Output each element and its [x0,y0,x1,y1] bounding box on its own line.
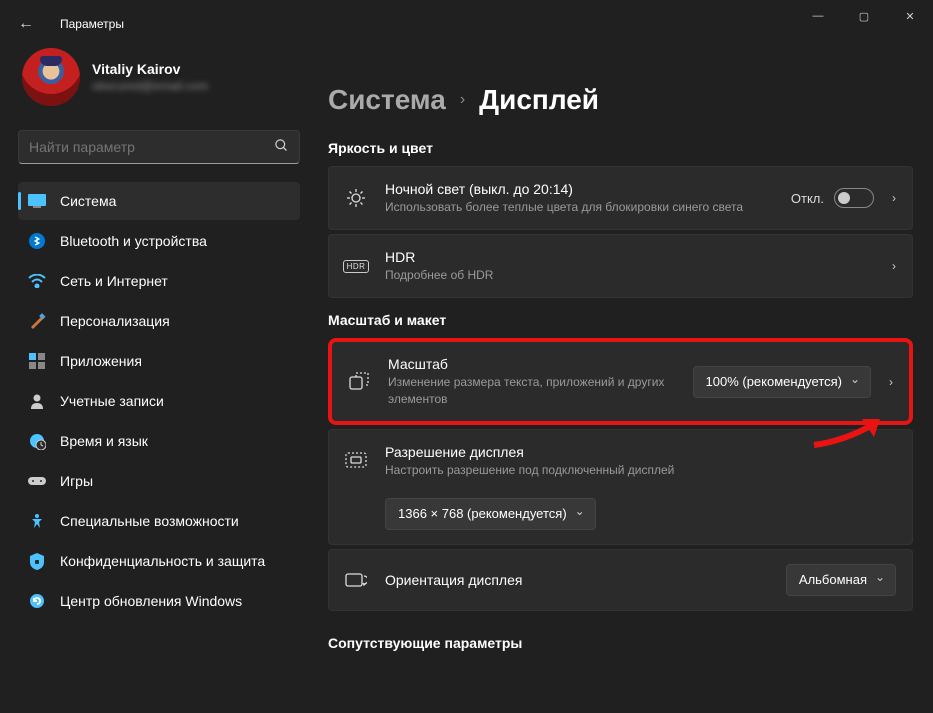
bluetooth-icon [28,232,46,250]
night-light-desc: Использовать более теплые цвета для блок… [385,199,773,215]
nav-accounts[interactable]: Учетные записи [18,382,300,420]
person-icon [28,392,46,410]
search-input[interactable] [29,139,274,155]
section-scale-title: Масштаб и макет [328,312,913,328]
nav-system[interactable]: Система [18,182,300,220]
orientation-title: Ориентация дисплея [385,572,768,588]
resolution-icon [345,450,367,472]
orientation-icon [345,569,367,591]
section-brightness-title: Яркость и цвет [328,140,913,156]
nav-label: Специальные возможности [60,513,239,529]
chevron-right-icon: › [889,375,893,389]
scale-dropdown[interactable]: 100% (рекомендуется) [693,366,871,398]
display-icon [28,192,46,210]
shield-icon [28,552,46,570]
chevron-right-icon: › [892,191,896,205]
window-title: Параметры [60,17,124,31]
accessibility-icon [28,512,46,530]
orientation-dropdown[interactable]: Альбомная [786,564,896,596]
avatar [22,48,80,106]
user-email: obscured@email.com [92,79,208,93]
nav-label: Учетные записи [60,393,164,409]
nav-label: Bluetooth и устройства [60,233,207,249]
close-button[interactable]: ✕ [887,0,933,32]
nav-update[interactable]: Центр обновления Windows [18,582,300,620]
nav-privacy[interactable]: Конфиденциальность и защита [18,542,300,580]
night-light-state: Откл. [791,191,824,206]
nav-label: Система [60,193,116,209]
hdr-row[interactable]: HDR HDR Подробнее об HDR › [328,234,913,298]
night-light-row[interactable]: Ночной свет (выкл. до 20:14) Использоват… [328,166,913,230]
search-input-wrapper[interactable] [18,130,300,164]
search-icon [274,138,289,156]
nav-label: Конфиденциальность и защита [60,553,265,569]
chevron-right-icon: › [460,91,465,109]
apps-icon [28,352,46,370]
nav-personalization[interactable]: Персонализация [18,302,300,340]
nav-label: Игры [60,473,93,489]
user-profile[interactable]: Vitaliy Kairov obscured@email.com [18,48,300,106]
nav-gaming[interactable]: Игры [18,462,300,500]
back-button[interactable]: ← [18,15,48,33]
resolution-title: Разрешение дисплея [385,444,896,460]
hdr-title: HDR [385,249,874,265]
breadcrumb-current: Дисплей [479,84,599,116]
nav-time[interactable]: Время и язык [18,422,300,460]
hdr-icon: HDR [345,255,367,277]
user-name: Vitaliy Kairov [92,61,208,77]
night-light-title: Ночной свет (выкл. до 20:14) [385,181,773,197]
nav-label: Приложения [60,353,142,369]
hdr-link[interactable]: Подробнее об HDR [385,267,874,283]
brush-icon [28,312,46,330]
resolution-dropdown[interactable]: 1366 × 768 (рекомендуется) [385,498,596,530]
maximize-button[interactable]: ▢ [841,0,887,32]
gamepad-icon [28,472,46,490]
orientation-value: Альбомная [799,572,867,587]
nav-network[interactable]: Сеть и Интернет [18,262,300,300]
nav-accessibility[interactable]: Специальные возможности [18,502,300,540]
section-related-title: Сопутствующие параметры [328,635,913,651]
resolution-value: 1366 × 768 (рекомендуется) [398,506,567,521]
scale-title: Масштаб [388,356,675,372]
nav-label: Сеть и Интернет [60,273,168,289]
nav-label: Центр обновления Windows [60,593,242,609]
update-icon [28,592,46,610]
nav-apps[interactable]: Приложения [18,342,300,380]
wifi-icon [28,272,46,290]
nav-bluetooth[interactable]: Bluetooth и устройства [18,222,300,260]
resolution-desc: Настроить разрешение под подключенный ди… [385,462,896,478]
sun-icon [345,187,367,209]
breadcrumb: Система › Дисплей [328,84,913,116]
clock-globe-icon [28,432,46,450]
nav-label: Персонализация [60,313,170,329]
scale-value: 100% (рекомендуется) [706,374,842,389]
chevron-right-icon: › [892,259,896,273]
minimize-button[interactable]: ― [795,0,841,32]
orientation-row[interactable]: Ориентация дисплея Альбомная [328,549,913,611]
scale-row[interactable]: Масштаб Изменение размера текста, прилож… [328,338,913,424]
nav-label: Время и язык [60,433,148,449]
night-light-toggle[interactable] [834,188,874,208]
breadcrumb-parent[interactable]: Система [328,84,446,116]
scale-desc: Изменение размера текста, приложений и д… [388,374,675,406]
resolution-row[interactable]: Разрешение дисплея Настроить разрешение … [329,430,912,492]
scale-icon [348,371,370,393]
